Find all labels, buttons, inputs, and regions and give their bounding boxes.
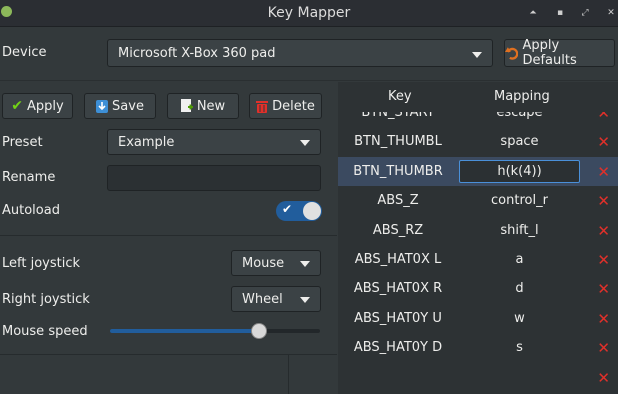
keep-above-icon[interactable]: ⏶ (525, 5, 541, 21)
delete-row-icon[interactable]: ✕ (597, 369, 610, 387)
preset-selected-value: Example (118, 135, 175, 150)
mapping-key[interactable]: ABS_HAT0X R (338, 281, 458, 296)
delete-row-icon[interactable]: ✕ (597, 339, 610, 357)
chevron-down-icon (300, 261, 310, 267)
mapping-row[interactable]: ABS_HAT0Y Uw ✕ (338, 304, 618, 333)
mouse-speed-label: Mouse speed (2, 324, 88, 339)
apply-button[interactable]: ✔ Apply (2, 93, 73, 119)
apply-label: Apply (27, 98, 64, 114)
autoload-label: Autoload (2, 203, 60, 218)
delete-label: Delete (272, 98, 315, 114)
switch-knob (303, 202, 321, 220)
mapping-row[interactable]: ABS_RZ shift_l ✕ (338, 216, 618, 245)
left-joystick-select[interactable]: Mouse (231, 250, 321, 276)
mouse-speed-fill (110, 329, 260, 333)
divider (288, 355, 289, 394)
divider (0, 354, 337, 355)
checkmark-icon: ✔ (11, 98, 24, 114)
rename-label: Rename (2, 170, 56, 185)
device-selected-value: Microsoft X-Box 360 pad (118, 46, 276, 61)
mapping-value[interactable]: a (459, 252, 580, 267)
mapping-value[interactable]: shift_l (459, 223, 580, 238)
device-select[interactable]: Microsoft X-Box 360 pad (107, 39, 493, 67)
new-label: New (196, 98, 226, 114)
mapping-key[interactable]: ABS_HAT0Y U (338, 311, 458, 326)
new-button[interactable]: New (167, 93, 239, 119)
chevron-down-icon (472, 52, 482, 58)
mapping-key[interactable]: ABS_RZ (338, 223, 458, 238)
preset-select[interactable]: Example (107, 129, 321, 155)
divider (0, 235, 337, 236)
right-joystick-select[interactable]: Wheel (231, 286, 321, 312)
mapping-row[interactable]: ABS_HAT0Y Ds ✕ (338, 333, 618, 362)
title-bar: Key Mapper ⏶ ▪ ⤢ ✕ (0, 0, 618, 27)
mapping-table-header: Key Mapping (338, 82, 618, 112)
mapping-value[interactable]: control_r (459, 193, 580, 208)
delete-row-icon[interactable]: ✕ (597, 192, 610, 210)
mapping-value[interactable]: d (459, 281, 580, 296)
mapping-input[interactable]: h(k(4)) (459, 159, 580, 183)
mapping-key[interactable]: ABS_HAT0X L (338, 252, 458, 267)
key-column-header: Key (388, 89, 412, 104)
mapping-key[interactable]: BTN_THUMBR (338, 164, 458, 179)
left-joystick-label: Left joystick (2, 256, 81, 271)
maximize-icon[interactable]: ⤢ (577, 5, 593, 21)
delete-row-icon[interactable]: ✕ (597, 280, 610, 298)
save-button[interactable]: Save (84, 93, 156, 119)
chevron-down-icon (300, 297, 310, 303)
undo-icon (505, 47, 519, 60)
mapping-value[interactable]: space (459, 134, 580, 149)
delete-row-icon[interactable]: ✕ (597, 251, 610, 269)
mouse-speed-slider[interactable] (110, 323, 320, 339)
autoload-switch[interactable]: ✔ (276, 201, 322, 221)
delete-row-icon[interactable]: ✕ (597, 222, 610, 240)
mapping-table: BTN_START escape ✕ BTN_THUMBL space ✕ BTN_THUM… (338, 82, 618, 394)
mapping-column-header: Mapping (494, 89, 550, 104)
mapping-key[interactable]: ABS_Z (338, 193, 458, 208)
device-row: Device Microsoft X-Box 360 pad Apply Def… (0, 27, 618, 81)
rename-input[interactable] (107, 165, 321, 191)
close-window-icon[interactable]: ✕ (603, 5, 618, 21)
apply-defaults-button[interactable]: Apply Defaults (504, 38, 615, 68)
new-document-icon (180, 99, 193, 112)
apply-defaults-label: Apply Defaults (522, 38, 577, 68)
mapping-row[interactable]: ✕ (338, 363, 618, 392)
download-icon (96, 99, 109, 113)
preset-label: Preset (2, 135, 43, 150)
device-label: Device (2, 45, 47, 60)
mapping-row[interactable]: BTN_THUMBR h(k(4)) ✕ (338, 156, 618, 186)
mapping-key[interactable]: BTN_THUMBL (338, 134, 458, 149)
minimize-icon[interactable]: ▪ (552, 5, 568, 21)
delete-button[interactable]: Delete (249, 93, 322, 119)
mapping-row[interactable]: ABS_HAT0X Rd ✕ (338, 274, 618, 303)
right-joystick-label: Right joystick (2, 292, 90, 307)
right-joystick-value: Wheel (242, 292, 283, 307)
mapping-row[interactable]: ABS_HAT0X La ✕ (338, 245, 618, 274)
trash-icon (256, 100, 269, 113)
left-joystick-value: Mouse (242, 256, 285, 271)
save-label: Save (112, 98, 144, 114)
preset-panel: ✔ Apply Save New Delete Preset Example R… (0, 82, 337, 394)
delete-row-icon[interactable]: ✕ (597, 310, 610, 328)
mapping-value[interactable]: s (459, 340, 580, 355)
delete-row-icon[interactable]: ✕ (597, 163, 610, 181)
mapping-row[interactable]: BTN_THUMBL space ✕ (338, 127, 618, 156)
mapping-row[interactable]: ABS_Z control_r ✕ (338, 186, 618, 215)
delete-row-icon[interactable]: ✕ (597, 133, 610, 151)
check-icon: ✔ (282, 202, 293, 216)
mouse-speed-handle[interactable] (251, 323, 268, 339)
chevron-down-icon (300, 140, 310, 146)
mapping-key[interactable]: ABS_HAT0Y D (338, 340, 458, 355)
mapping-value[interactable]: w (459, 311, 580, 326)
